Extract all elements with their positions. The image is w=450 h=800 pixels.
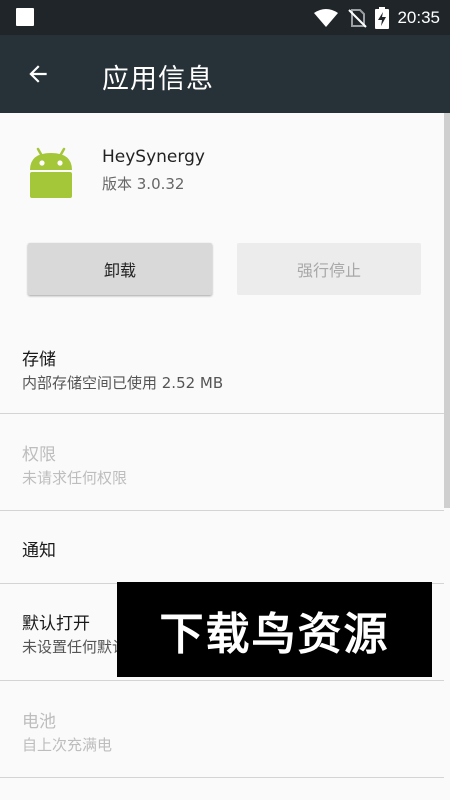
app-info-content[interactable]: HeySynergy 版本 3.0.32 卸载 强行停止 存储 内部存储空间已使… <box>0 113 450 800</box>
app-bar: 应用信息 <box>0 35 450 113</box>
no-sim-icon <box>348 9 368 28</box>
settings-item-subtitle: 自上次充满电 <box>22 736 113 754</box>
settings-item-title: 默认打开 <box>22 614 90 634</box>
page-title: 应用信息 <box>102 64 214 95</box>
settings-item-title: 通知 <box>22 541 56 561</box>
settings-item-storage[interactable]: 存储 内部存储空间已使用 2.52 MB <box>0 323 450 413</box>
status-bar: 20:35 <box>0 0 450 35</box>
settings-item-subtitle: 未请求任何权限 <box>22 469 128 487</box>
back-button[interactable] <box>18 56 58 92</box>
watermark-text: 下载鸟资源 <box>159 608 390 660</box>
app-version: 版本 3.0.32 <box>102 175 185 193</box>
settings-item-permissions[interactable]: 权限 未请求任何权限 <box>0 414 450 510</box>
battery-charging-icon <box>375 7 390 29</box>
settings-item-notifications[interactable]: 通知 <box>0 511 450 583</box>
android-icon <box>30 147 72 198</box>
settings-item-title: 权限 <box>22 445 56 465</box>
app-header: HeySynergy 版本 3.0.32 <box>0 113 450 223</box>
app-name: HeySynergy <box>102 147 205 167</box>
status-icons: 20:35 <box>313 6 440 30</box>
settings-item-battery[interactable]: 电池 自上次充满电 <box>0 681 450 777</box>
settings-item-subtitle: 内部存储空间已使用 2.52 MB <box>22 374 224 392</box>
force-stop-button[interactable]: 强行停止 <box>237 243 421 295</box>
uninstall-button[interactable]: 卸载 <box>28 243 212 295</box>
wifi-icon <box>314 9 339 27</box>
scrollbar[interactable] <box>444 113 450 508</box>
notification-icon <box>16 8 34 26</box>
divider <box>0 777 444 778</box>
settings-item-title: 电池 <box>22 712 56 732</box>
clock: 20:35 <box>397 8 440 27</box>
arrow-back-icon <box>29 65 47 83</box>
watermark-logo: 下载鸟资源 <box>117 582 432 677</box>
settings-item-title: 存储 <box>22 350 56 370</box>
